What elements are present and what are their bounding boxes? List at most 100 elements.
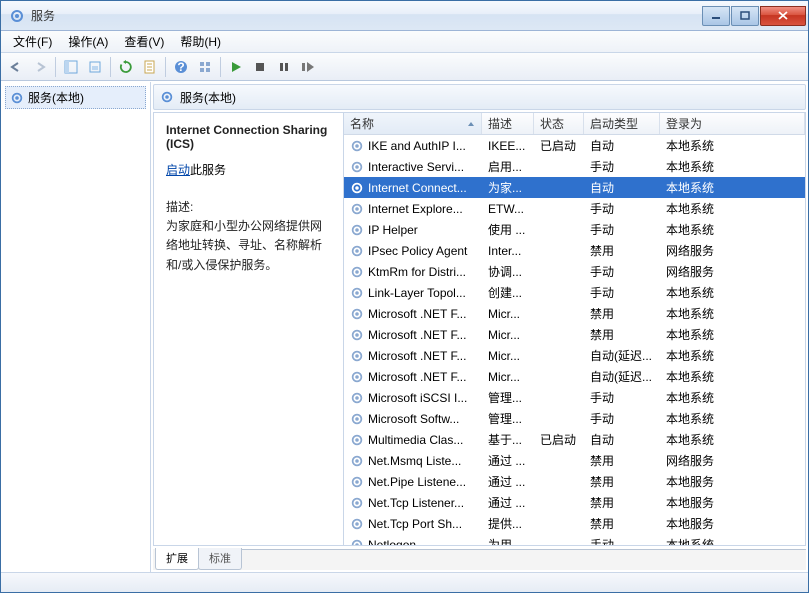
cell-logon: 网络服务 (660, 242, 805, 259)
forward-button[interactable] (29, 56, 51, 78)
menu-file[interactable]: 文件(F) (5, 31, 60, 52)
cell-desc: 创建... (482, 284, 534, 301)
titlebar[interactable]: 服务 (1, 1, 808, 31)
tab-standard[interactable]: 标准 (198, 548, 242, 570)
cell-name: Net.Tcp Listener... (344, 496, 482, 510)
pause-service-button[interactable] (273, 56, 295, 78)
cell-startup: 自动 (584, 179, 660, 196)
show-hide-tree-button[interactable] (60, 56, 82, 78)
service-list: 名称 描述 状态 启动类型 登录为 IKE and AuthIP I...IKE… (344, 113, 805, 545)
menubar: 文件(F) 操作(A) 查看(V) 帮助(H) (1, 31, 808, 53)
service-row[interactable]: IP Helper使用 ...手动本地系统 (344, 219, 805, 240)
cell-startup: 禁用 (584, 452, 660, 469)
cell-desc: 提供... (482, 515, 534, 532)
service-row[interactable]: KtmRm for Distri...协调...手动网络服务 (344, 261, 805, 282)
svg-text:?: ? (177, 60, 184, 74)
service-row[interactable]: Microsoft .NET F...Micr...禁用本地系统 (344, 303, 805, 324)
main-body: 服务(本地) 服务(本地) Internet Connection Sharin… (1, 81, 808, 572)
start-link[interactable]: 启动 (166, 163, 190, 177)
cell-name: IPsec Policy Agent (344, 244, 482, 258)
service-row[interactable]: Netlogon为用...手动本地系统 (344, 534, 805, 545)
service-row[interactable]: IPsec Policy AgentInter...禁用网络服务 (344, 240, 805, 261)
cell-name: Net.Msmq Liste... (344, 454, 482, 468)
cell-desc: Micr... (482, 328, 534, 342)
service-row[interactable]: Multimedia Clas...基于...已启动自动本地系统 (344, 429, 805, 450)
split-pane: Internet Connection Sharing (ICS) 启动此服务 … (153, 112, 806, 546)
service-row[interactable]: IKE and AuthIP I...IKEE...已启动自动本地系统 (344, 135, 805, 156)
separator (110, 57, 111, 77)
restart-service-button[interactable] (297, 56, 319, 78)
cell-startup: 手动 (584, 263, 660, 280)
large-icons-button[interactable] (194, 56, 216, 78)
content-header-title: 服务(本地) (180, 89, 236, 106)
col-startup[interactable]: 启动类型 (584, 113, 660, 134)
service-row[interactable]: Net.Tcp Listener...通过 ...禁用本地服务 (344, 492, 805, 513)
cell-startup: 禁用 (584, 473, 660, 490)
stop-service-button[interactable] (249, 56, 271, 78)
tabstrip: 扩展 标准 (153, 548, 806, 570)
cell-logon: 本地系统 (660, 158, 805, 175)
back-button[interactable] (5, 56, 27, 78)
export-button[interactable] (84, 56, 106, 78)
properties-button[interactable] (139, 56, 161, 78)
cell-name: Multimedia Clas... (344, 433, 482, 447)
cell-startup: 手动 (584, 389, 660, 406)
close-button[interactable] (760, 6, 806, 26)
tab-extended[interactable]: 扩展 (155, 548, 199, 570)
service-row[interactable]: Microsoft iSCSI I...管理...手动本地系统 (344, 387, 805, 408)
col-name[interactable]: 名称 (344, 113, 482, 134)
service-row[interactable]: Microsoft .NET F...Micr...自动(延迟...本地系统 (344, 345, 805, 366)
cell-desc: Micr... (482, 349, 534, 363)
cell-logon: 本地系统 (660, 284, 805, 301)
service-row[interactable]: Net.Pipe Listene...通过 ...禁用本地服务 (344, 471, 805, 492)
cell-desc: 协调... (482, 263, 534, 280)
service-row[interactable]: Net.Msmq Liste...通过 ...禁用网络服务 (344, 450, 805, 471)
cell-logon: 本地系统 (660, 410, 805, 427)
cell-startup: 手动 (584, 536, 660, 545)
nav-tree[interactable]: 服务(本地) (1, 82, 151, 572)
col-desc[interactable]: 描述 (482, 113, 534, 134)
cell-name: Microsoft .NET F... (344, 349, 482, 363)
col-status[interactable]: 状态 (534, 113, 584, 134)
maximize-button[interactable] (731, 6, 759, 26)
service-row[interactable]: Microsoft Softw...管理...手动本地系统 (344, 408, 805, 429)
service-row[interactable]: Net.Tcp Port Sh...提供...禁用本地服务 (344, 513, 805, 534)
rows-container[interactable]: IKE and AuthIP I...IKEE...已启动自动本地系统Inter… (344, 135, 805, 545)
service-row[interactable]: Internet Explore...ETW...手动本地系统 (344, 198, 805, 219)
minimize-button[interactable] (702, 6, 730, 26)
service-row[interactable]: Microsoft .NET F...Micr...禁用本地系统 (344, 324, 805, 345)
cell-desc: 为用... (482, 536, 534, 545)
cell-name: Microsoft Softw... (344, 412, 482, 426)
menu-action[interactable]: 操作(A) (60, 31, 116, 52)
gear-icon (160, 90, 174, 104)
detail-action-line: 启动此服务 (166, 161, 331, 178)
nav-item-services-local[interactable]: 服务(本地) (5, 86, 146, 109)
cell-desc: 基于... (482, 431, 534, 448)
nav-item-label: 服务(本地) (28, 89, 84, 106)
service-row[interactable]: Interactive Servi...启用...手动本地系统 (344, 156, 805, 177)
help-button[interactable]: ? (170, 56, 192, 78)
cell-startup: 禁用 (584, 242, 660, 259)
cell-name: Internet Connect... (344, 181, 482, 195)
cell-desc: 管理... (482, 410, 534, 427)
cell-name: KtmRm for Distri... (344, 265, 482, 279)
col-logon[interactable]: 登录为 (660, 113, 805, 134)
cell-startup: 自动(延迟... (584, 347, 660, 364)
cell-name: IKE and AuthIP I... (344, 139, 482, 153)
cell-name: Net.Tcp Port Sh... (344, 517, 482, 531)
cell-desc: 通过 ... (482, 473, 534, 490)
cell-logon: 本地系统 (660, 200, 805, 217)
detail-pane: Internet Connection Sharing (ICS) 启动此服务 … (154, 113, 344, 545)
cell-startup: 禁用 (584, 326, 660, 343)
cell-startup: 禁用 (584, 305, 660, 322)
service-row[interactable]: Link-Layer Topol...创建...手动本地系统 (344, 282, 805, 303)
start-service-button[interactable] (225, 56, 247, 78)
service-row[interactable]: Microsoft .NET F...Micr...自动(延迟...本地系统 (344, 366, 805, 387)
refresh-button[interactable] (115, 56, 137, 78)
menu-view[interactable]: 查看(V) (116, 31, 172, 52)
menu-help[interactable]: 帮助(H) (172, 31, 229, 52)
cell-startup: 自动 (584, 431, 660, 448)
service-row[interactable]: Internet Connect...为家...自动本地系统 (344, 177, 805, 198)
desc-label: 描述: (166, 198, 331, 217)
cell-name: Interactive Servi... (344, 160, 482, 174)
